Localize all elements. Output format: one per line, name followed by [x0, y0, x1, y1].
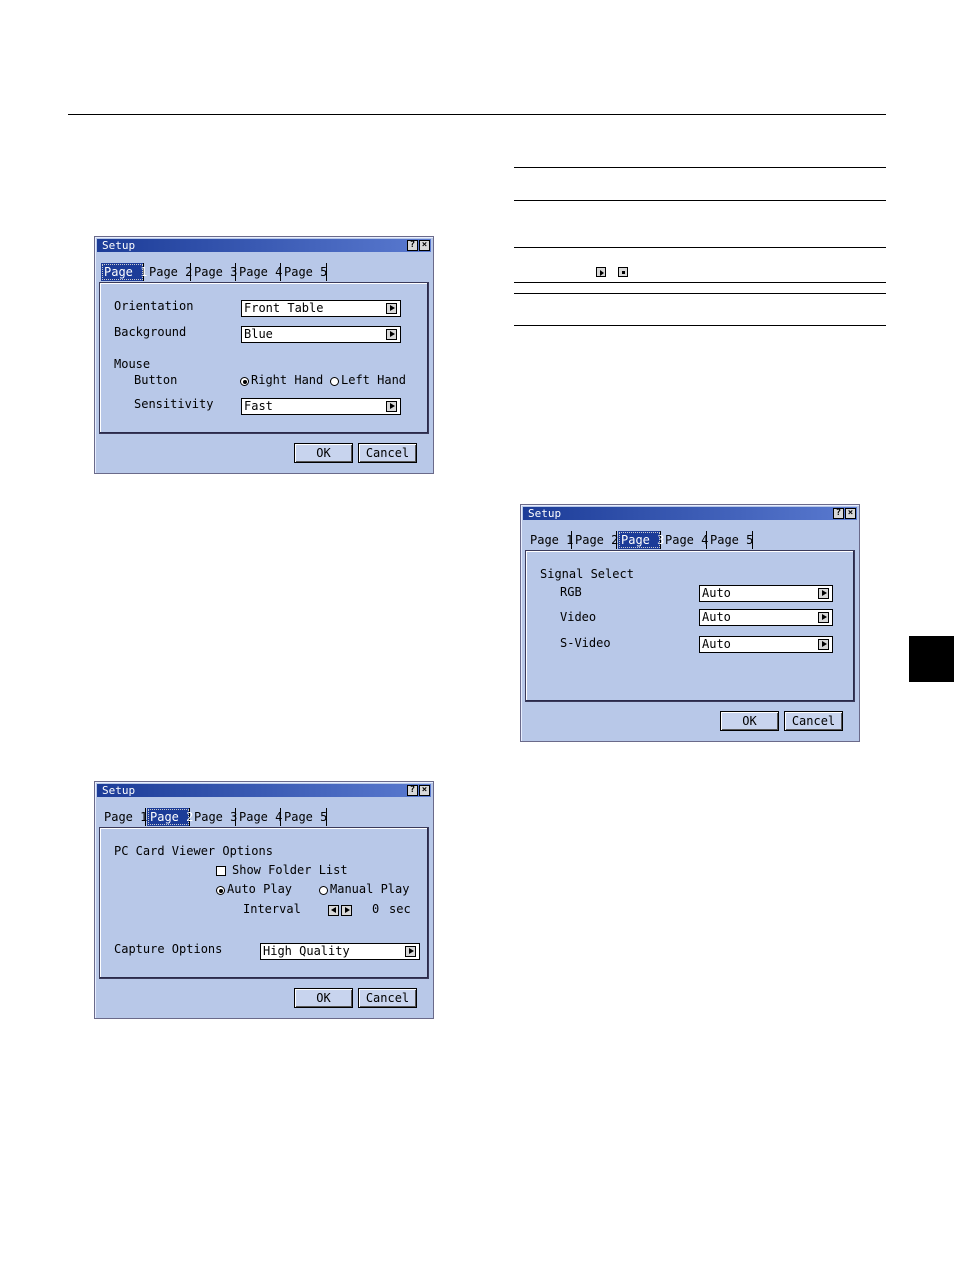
svideo-label: S-Video	[560, 636, 611, 650]
video-value: Auto	[702, 610, 731, 624]
sensitivity-label: Sensitivity	[134, 397, 214, 411]
dropdown-arrow-icon[interactable]	[818, 612, 829, 623]
rgb-select[interactable]: Auto	[699, 585, 833, 602]
capture-options-value: High Quality	[263, 944, 350, 958]
orientation-label: Orientation	[114, 299, 194, 313]
interval-decrease-icon[interactable]	[328, 905, 339, 916]
video-label: Video	[560, 610, 597, 624]
svideo-select[interactable]: Auto	[699, 636, 833, 653]
tab-page-1[interactable]: Page 1	[101, 808, 147, 826]
tab-page-1[interactable]: Page 1	[101, 263, 147, 281]
close-icon[interactable]: ×	[419, 240, 430, 251]
dropdown-arrow-icon[interactable]	[386, 401, 397, 412]
table-rule	[514, 282, 886, 283]
cancel-button[interactable]: Cancel	[358, 443, 417, 463]
pc-card-viewer-label: PC Card Viewer Options	[114, 844, 273, 858]
manual-play-label: Manual Play	[330, 882, 410, 896]
left-hand-radio[interactable]	[330, 377, 339, 386]
background-select[interactable]: Blue	[241, 326, 401, 343]
mouse-label: Mouse	[114, 357, 151, 371]
tab-page-2[interactable]: Page 2	[147, 808, 193, 826]
dropdown-arrow-icon[interactable]	[386, 303, 397, 314]
background-value: Blue	[244, 327, 273, 341]
table-rule	[514, 167, 886, 168]
dropdown-arrow-icon[interactable]	[405, 946, 416, 957]
interval-label: Interval	[243, 902, 301, 916]
background-label: Background	[114, 325, 187, 339]
rgb-value: Auto	[702, 586, 731, 600]
interval-increase-icon[interactable]	[341, 905, 352, 916]
ok-button[interactable]: OK	[294, 443, 353, 463]
right-hand-radio[interactable]	[240, 377, 249, 386]
tab-page-3[interactable]: Page 3	[191, 808, 237, 826]
play-icon	[596, 267, 606, 277]
capture-options-select[interactable]: High Quality	[260, 943, 420, 960]
manual-play-radio[interactable]	[319, 886, 328, 895]
right-hand-label: Right Hand	[251, 373, 324, 387]
section-tab-marker	[909, 636, 954, 682]
orientation-value: Front Table	[244, 301, 324, 315]
tab-page-4[interactable]: Page 4	[236, 263, 282, 281]
tab-panel: Orientation Front Table Background Blue …	[99, 282, 429, 434]
setup-dialog-page2: Setup ? × Page 1 Page 2 Page 3 Page 4 Pa…	[94, 781, 434, 1019]
tab-page-3[interactable]: Page 3	[618, 531, 664, 549]
dropdown-arrow-icon[interactable]	[386, 329, 397, 340]
help-icon[interactable]: ?	[833, 508, 844, 519]
tab-page-5[interactable]: Page 5	[707, 531, 753, 549]
tab-page-4[interactable]: Page 4	[236, 808, 282, 826]
table-rule	[514, 247, 886, 248]
table-rule	[514, 200, 886, 201]
sensitivity-value: Fast	[244, 399, 273, 413]
ok-button[interactable]: OK	[720, 711, 779, 731]
tab-page-5[interactable]: Page 5	[281, 263, 327, 281]
interval-unit: sec	[389, 902, 411, 916]
auto-play-label: Auto Play	[227, 882, 293, 896]
tab-panel: Signal Select RGB Auto Video Auto S-Vide…	[525, 550, 855, 702]
setup-dialog-page1: Setup ? × Page 1 Page 2 Page 3 Page 4 Pa…	[94, 236, 434, 474]
close-icon[interactable]: ×	[845, 508, 856, 519]
button-label: Button	[134, 373, 178, 387]
orientation-select[interactable]: Front Table	[241, 300, 401, 317]
auto-play-radio[interactable]	[216, 886, 225, 895]
cancel-button[interactable]: Cancel	[784, 711, 843, 731]
setup-dialog-page3: Setup ? × Page 1 Page 2 Page 3 Page 4 Pa…	[520, 504, 860, 742]
tab-page-4[interactable]: Page 4	[662, 531, 708, 549]
top-rule	[68, 114, 886, 115]
dialog-title: Setup	[102, 239, 136, 252]
dropdown-arrow-icon[interactable]	[818, 639, 829, 650]
dropdown-arrow-icon[interactable]	[818, 588, 829, 599]
cancel-button[interactable]: Cancel	[358, 988, 417, 1008]
rgb-label: RGB	[560, 585, 582, 599]
tab-page-5[interactable]: Page 5	[281, 808, 327, 826]
help-icon[interactable]: ?	[407, 240, 418, 251]
capture-options-label: Capture Options	[114, 942, 223, 956]
video-select[interactable]: Auto	[699, 609, 833, 626]
close-icon[interactable]: ×	[419, 785, 430, 796]
tab-panel: PC Card Viewer Options Show Folder List …	[99, 827, 429, 979]
dialog-titlebar: Setup ? ×	[97, 784, 431, 797]
table-rule	[514, 325, 886, 326]
dialog-title: Setup	[528, 507, 562, 520]
tab-page-2[interactable]: Page 2	[146, 263, 192, 281]
tab-page-1[interactable]: Page 1	[527, 531, 573, 549]
tab-page-3[interactable]: Page 3	[191, 263, 237, 281]
signal-select-label: Signal Select	[540, 567, 634, 581]
interval-value: 0	[372, 902, 380, 916]
dialog-title: Setup	[102, 784, 136, 797]
stop-icon	[618, 267, 628, 277]
ok-button[interactable]: OK	[294, 988, 353, 1008]
dialog-titlebar: Setup ? ×	[97, 239, 431, 252]
show-folder-checkbox[interactable]	[216, 866, 226, 876]
help-icon[interactable]: ?	[407, 785, 418, 796]
sensitivity-select[interactable]: Fast	[241, 398, 401, 415]
tab-page-2[interactable]: Page 2	[572, 531, 618, 549]
show-folder-label: Show Folder List	[232, 863, 348, 877]
svideo-value: Auto	[702, 637, 731, 651]
dialog-titlebar: Setup ? ×	[523, 507, 857, 520]
table-rule	[514, 293, 886, 294]
left-hand-label: Left Hand	[341, 373, 407, 387]
